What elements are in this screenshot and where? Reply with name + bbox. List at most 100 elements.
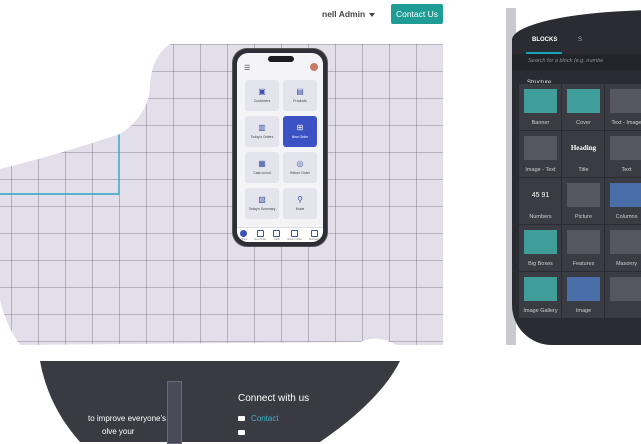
block-preview bbox=[610, 230, 641, 254]
phone-tile[interactable]: ▣ Customers bbox=[245, 80, 279, 111]
box-icon: ▤ bbox=[296, 87, 304, 96]
block-thumbnail[interactable]: Features bbox=[561, 224, 606, 272]
phone-tile-label: Cash-in/out bbox=[253, 171, 271, 175]
phone-tile[interactable]: ◎ Return Order bbox=[283, 152, 317, 183]
block-label: Big Boxes bbox=[528, 261, 553, 267]
phone-mockup: ☰ ▣ Customers ▤ Products ▥ Today's Orders ⊞ New… bbox=[233, 49, 327, 246]
block-label: Features bbox=[572, 261, 595, 267]
users-icon: ▣ bbox=[258, 87, 266, 96]
block-label: Numbers bbox=[529, 214, 552, 220]
phone-tile-label: Today's Summary bbox=[248, 207, 276, 211]
block-preview bbox=[610, 277, 641, 301]
hamburger-icon[interactable]: ☰ bbox=[244, 64, 250, 72]
phone-tile[interactable]: ▧ Today's Summary bbox=[245, 188, 279, 219]
phone-bottom-nav: Home New Order Cash Return Order Summary bbox=[237, 227, 323, 242]
contact-us-button[interactable]: Contact Us bbox=[391, 4, 443, 24]
phone-tile[interactable]: ⚲ Mode bbox=[283, 188, 317, 219]
phone-nav-item[interactable]: Summary bbox=[308, 229, 320, 241]
block-preview bbox=[567, 230, 600, 254]
phone-tile-label: New Order bbox=[291, 135, 309, 139]
user-menu[interactable]: nell Admin bbox=[322, 9, 376, 19]
block-search-row[interactable]: Search for a block (e.g. numbe bbox=[512, 54, 641, 70]
user-menu-label: nell Admin bbox=[322, 9, 366, 19]
block-label: Cover bbox=[576, 120, 591, 126]
tab-blocks[interactable]: BLOCKS bbox=[532, 37, 557, 43]
mode-icon: ⚲ bbox=[297, 195, 303, 204]
block-preview bbox=[524, 89, 557, 113]
block-thumbnail[interactable]: 45 91 Numbers bbox=[518, 177, 563, 225]
block-heading-sample: Heading bbox=[570, 144, 597, 152]
block-thumbnail[interactable]: Columns bbox=[604, 177, 641, 225]
block-preview bbox=[610, 89, 641, 113]
block-label: Image Gallery bbox=[523, 308, 558, 314]
phone-nav-item[interactable]: Cash bbox=[273, 229, 281, 241]
editor-tabs: BLOCKS S bbox=[512, 30, 641, 54]
phone-tile[interactable]: ▥ Today's Orders bbox=[245, 116, 279, 147]
caret-down-icon bbox=[369, 12, 376, 17]
block-preview: 45 91 bbox=[524, 183, 557, 207]
block-label: Title bbox=[578, 167, 589, 173]
block-label: Picture bbox=[574, 214, 593, 220]
footer-text-line1: to improve everyone's bbox=[88, 414, 167, 423]
block-thumbnail[interactable] bbox=[604, 271, 641, 319]
grid-blob-svg bbox=[0, 44, 443, 345]
editor-panel: BLOCKS S Search for a block (e.g. numbe … bbox=[512, 10, 641, 345]
nav-icon bbox=[273, 229, 281, 237]
nav-icon bbox=[240, 229, 248, 237]
phone-nav-item[interactable]: Return Order bbox=[287, 229, 302, 241]
block-thumbnail[interactable]: Image Gallery bbox=[518, 271, 563, 319]
block-thumbnail[interactable]: Text bbox=[604, 130, 641, 178]
block-preview: Heading bbox=[567, 136, 600, 160]
phone-nav-label: Summary bbox=[308, 237, 320, 241]
block-preview bbox=[524, 230, 557, 254]
plus-document-icon: ⊞ bbox=[296, 123, 304, 132]
block-preview bbox=[524, 277, 557, 301]
phone-nav-label: New Order bbox=[254, 237, 267, 241]
block-thumbnail[interactable]: Image - Text bbox=[518, 130, 563, 178]
block-preview bbox=[567, 89, 600, 113]
footer-divider bbox=[167, 381, 182, 444]
phone-tile-label: Return Order bbox=[290, 171, 310, 175]
block-label: Columns bbox=[615, 214, 638, 220]
block-preview bbox=[567, 183, 600, 207]
cash-icon: ▦ bbox=[258, 159, 266, 168]
block-thumbnail[interactable]: Big Boxes bbox=[518, 224, 563, 272]
block-label: Masonry bbox=[615, 261, 638, 267]
block-preview bbox=[567, 277, 600, 301]
summary-icon: ▧ bbox=[258, 195, 266, 204]
return-icon: ◎ bbox=[296, 159, 304, 168]
block-label: Banner bbox=[531, 120, 550, 126]
block-thumbnail[interactable]: Image bbox=[561, 271, 606, 319]
clipboard-icon: ▥ bbox=[258, 123, 266, 132]
block-preview bbox=[610, 136, 641, 160]
block-thumbnail[interactable]: Text - Image bbox=[604, 83, 641, 131]
phone-screen: ☰ ▣ Customers ▤ Products ▥ Today's Orders ⊞ New… bbox=[237, 53, 323, 242]
phone-nav-label: Home bbox=[240, 237, 248, 241]
block-search-input[interactable]: Search for a block (e.g. numbe bbox=[528, 58, 603, 64]
block-label: Image - Text bbox=[525, 167, 556, 173]
contact-link[interactable]: Contact bbox=[251, 414, 279, 423]
phone-nav-label: Return Order bbox=[287, 237, 302, 241]
phone-tile-label: Customers bbox=[253, 99, 271, 103]
phone-tile[interactable]: ▤ Products bbox=[283, 80, 317, 111]
block-label: Text bbox=[621, 167, 632, 173]
nav-icon bbox=[310, 229, 318, 237]
phone-nav-item[interactable]: New Order bbox=[254, 229, 267, 241]
mail-icon bbox=[238, 416, 245, 421]
phone-tile[interactable]: ⊞ New Order bbox=[283, 116, 317, 147]
editor-panel-wrap: BLOCKS S Search for a block (e.g. numbe … bbox=[504, 0, 641, 345]
block-numbers-sample: 45 91 bbox=[531, 191, 550, 199]
block-preview bbox=[610, 183, 641, 207]
block-thumbnail[interactable]: Picture bbox=[561, 177, 606, 225]
phone-nav-item[interactable]: Home bbox=[240, 229, 248, 241]
block-thumbnail[interactable]: Masonry bbox=[604, 224, 641, 272]
phone-nav-label: Cash bbox=[273, 237, 280, 241]
footer-text-line2: olve your bbox=[102, 427, 135, 436]
avatar[interactable] bbox=[310, 63, 318, 71]
phone-tile-label: Mode bbox=[295, 207, 305, 211]
block-thumbnail[interactable]: Heading Title bbox=[561, 130, 606, 178]
block-thumbnail[interactable]: Cover bbox=[561, 83, 606, 131]
block-thumbnail[interactable]: Banner bbox=[518, 83, 563, 131]
phone-tile[interactable]: ▦ Cash-in/out bbox=[245, 152, 279, 183]
tab-style[interactable]: S bbox=[578, 37, 582, 43]
